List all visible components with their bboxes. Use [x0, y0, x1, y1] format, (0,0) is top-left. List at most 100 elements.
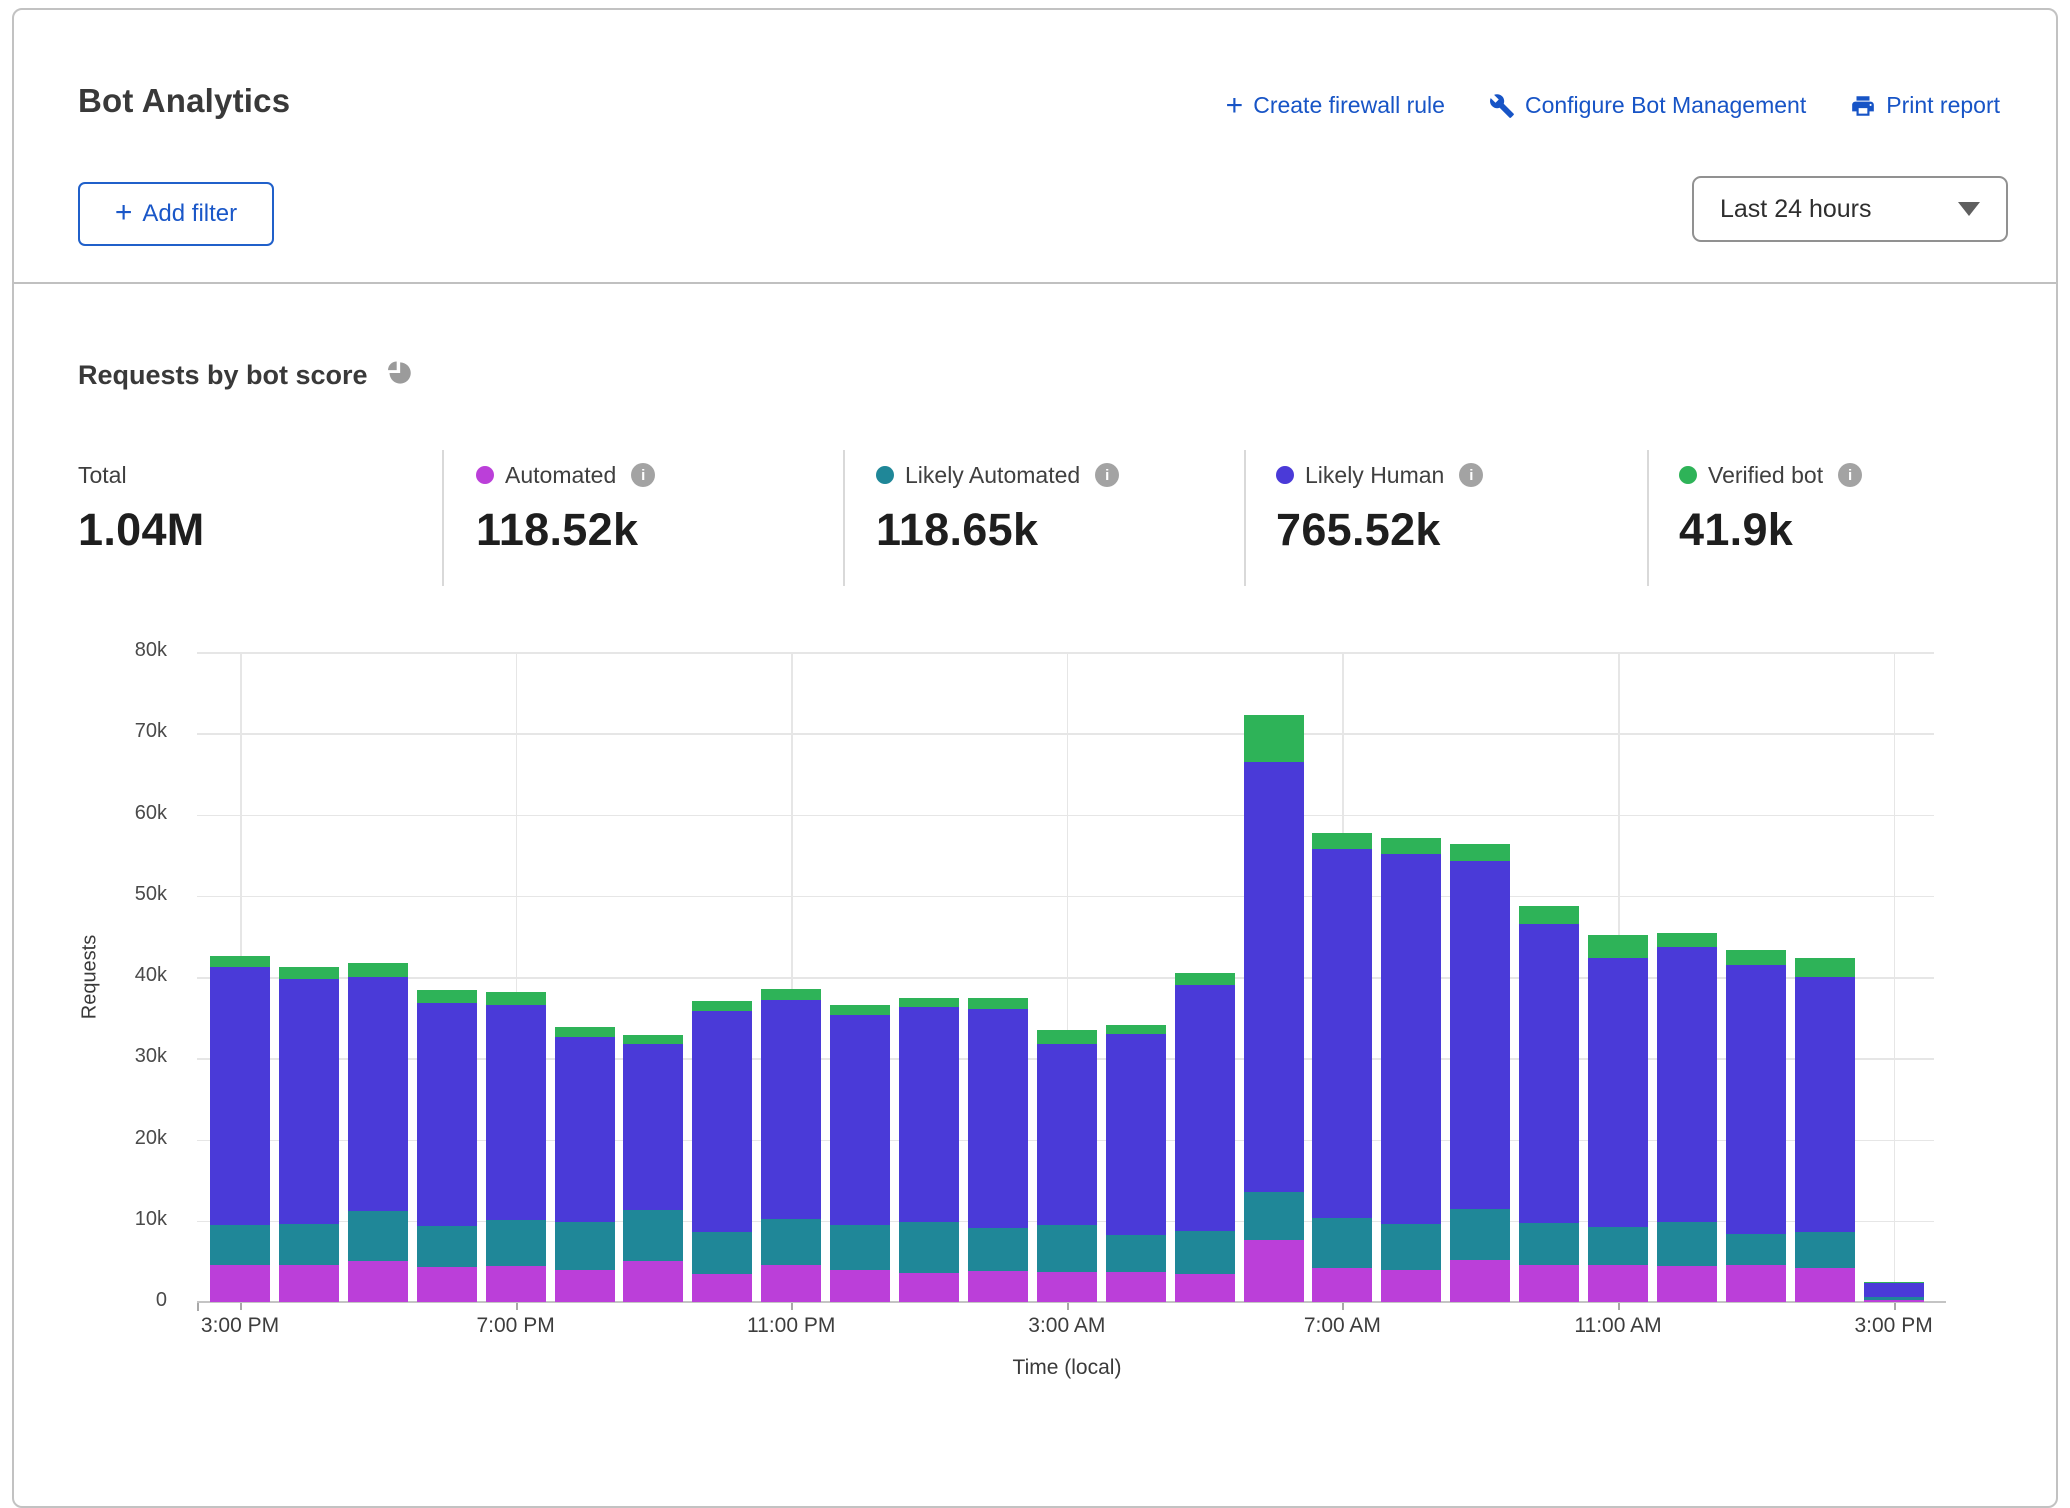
bar-segment-automated	[348, 1261, 408, 1302]
gridline-h	[197, 1140, 1934, 1142]
bar-segment-likely-human	[1037, 1044, 1097, 1224]
x-axis-tick-label: 3:00 AM	[987, 1314, 1147, 1338]
wrench-icon	[1489, 93, 1515, 119]
y-axis-tick-label: 80k	[95, 639, 167, 662]
bar-segment-likely-human	[210, 967, 270, 1225]
bar-segment-verified-bot	[348, 963, 408, 977]
bar-segment-likely-automated	[830, 1225, 890, 1270]
gridline-h	[197, 977, 1934, 979]
stat-likely-human: Likely Human i 765.52k	[1276, 460, 1483, 556]
stat-value: 41.9k	[1679, 504, 1862, 556]
bar-segment-automated	[1519, 1265, 1579, 1302]
section-header: Requests by bot score	[78, 358, 414, 393]
bar-segment-likely-automated	[1381, 1224, 1441, 1270]
bar-segment-automated	[1175, 1274, 1235, 1302]
printer-icon	[1850, 93, 1876, 119]
x-axis-tick-label: 3:00 PM	[1814, 1314, 1974, 1338]
bar-segment-likely-human	[486, 1005, 546, 1220]
bar-segment-likely-automated	[555, 1222, 615, 1269]
chevron-down-icon	[1958, 202, 1980, 216]
bar-segment-automated	[968, 1271, 1028, 1302]
bar-segment-automated	[692, 1274, 752, 1302]
bar-segment-verified-bot	[968, 998, 1028, 1009]
bar-segment-likely-human	[1175, 985, 1235, 1231]
axis-tick	[1618, 1302, 1620, 1310]
bar-segment-verified-bot	[899, 998, 959, 1007]
bar-segment-likely-human	[348, 977, 408, 1211]
configure-bot-management-link[interactable]: Configure Bot Management	[1489, 92, 1806, 119]
bar-segment-likely-human	[417, 1003, 477, 1226]
time-range-value: Last 24 hours	[1720, 195, 1872, 224]
bar-segment-automated	[761, 1265, 821, 1302]
bar-segment-verified-bot	[486, 992, 546, 1005]
stat-label: Likely Human	[1305, 462, 1444, 489]
header-divider	[14, 282, 2056, 284]
gridline-v	[1618, 652, 1620, 1302]
bar-segment-likely-automated	[1450, 1209, 1510, 1260]
action-label: Configure Bot Management	[1525, 92, 1806, 119]
gridline-h	[197, 896, 1934, 898]
info-icon[interactable]: i	[1838, 463, 1862, 487]
create-firewall-rule-link[interactable]: + Create firewall rule	[1226, 92, 1445, 119]
bar-segment-likely-automated	[486, 1220, 546, 1266]
bar-segment-verified-bot	[555, 1027, 615, 1037]
bar-segment-automated	[1381, 1270, 1441, 1303]
time-range-select[interactable]: Last 24 hours	[1692, 176, 2008, 242]
legend-dot	[1276, 466, 1294, 484]
add-filter-label: Add filter	[142, 200, 237, 228]
x-axis-tick-label: 11:00 AM	[1538, 1314, 1698, 1338]
bar-segment-verified-bot	[623, 1035, 683, 1044]
y-axis-tick-label: 70k	[95, 720, 167, 743]
y-axis-tick-label: 30k	[95, 1045, 167, 1068]
bar-segment-automated	[1795, 1268, 1855, 1302]
bar-segment-likely-automated	[1657, 1222, 1717, 1267]
gridline-v	[516, 652, 518, 1302]
bar-segment-likely-human	[761, 1000, 821, 1219]
stat-total: Total 1.04M	[78, 460, 205, 556]
gridline-h	[197, 652, 1934, 654]
info-icon[interactable]: i	[631, 463, 655, 487]
bar-segment-likely-automated	[1175, 1231, 1235, 1274]
bar-segment-verified-bot	[1795, 958, 1855, 977]
y-axis-tick-label: 10k	[95, 1208, 167, 1231]
bar-segment-likely-human	[1450, 861, 1510, 1209]
bar-segment-likely-human	[623, 1044, 683, 1211]
bar-segment-likely-human	[1588, 958, 1648, 1228]
stat-label: Automated	[505, 462, 616, 489]
page-title: Bot Analytics	[78, 82, 290, 120]
axis-tick	[1067, 1302, 1069, 1310]
section-title: Requests by bot score	[78, 360, 368, 391]
bar-segment-likely-automated	[1244, 1192, 1304, 1240]
legend-dot	[476, 466, 494, 484]
gridline-h	[197, 1058, 1934, 1060]
bar-segment-likely-human	[279, 979, 339, 1224]
stat-divider	[843, 450, 845, 586]
bar-segment-verified-bot	[417, 990, 477, 1003]
bar-segment-likely-human	[555, 1037, 615, 1222]
bar-segment-likely-automated	[1519, 1223, 1579, 1264]
bar-segment-likely-human	[1244, 762, 1304, 1193]
info-icon[interactable]: i	[1095, 463, 1119, 487]
print-report-link[interactable]: Print report	[1850, 92, 2000, 119]
bar-segment-automated	[210, 1265, 270, 1302]
y-axis-tick-label: 0	[95, 1289, 167, 1312]
bar-segment-likely-automated	[968, 1228, 1028, 1271]
gridline-v	[1894, 652, 1896, 1302]
bar-segment-verified-bot	[1588, 935, 1648, 958]
bar-segment-likely-human	[1519, 924, 1579, 1223]
stat-label: Total	[78, 462, 127, 489]
add-filter-button[interactable]: + Add filter	[78, 182, 274, 246]
axis-tick	[791, 1302, 793, 1310]
bar-segment-verified-bot	[1519, 906, 1579, 924]
y-axis-tick-label: 60k	[95, 802, 167, 825]
bar-segment-likely-automated	[279, 1224, 339, 1265]
bar-segment-automated	[555, 1270, 615, 1303]
pie-chart-icon	[384, 358, 414, 393]
y-axis-tick-label: 50k	[95, 883, 167, 906]
gridline-v	[1067, 652, 1069, 1302]
bar-segment-automated	[899, 1273, 959, 1302]
bar-segment-automated	[830, 1270, 890, 1303]
x-axis-title: Time (local)	[1013, 1356, 1122, 1380]
info-icon[interactable]: i	[1459, 463, 1483, 487]
bar-segment-likely-human	[1657, 947, 1717, 1222]
